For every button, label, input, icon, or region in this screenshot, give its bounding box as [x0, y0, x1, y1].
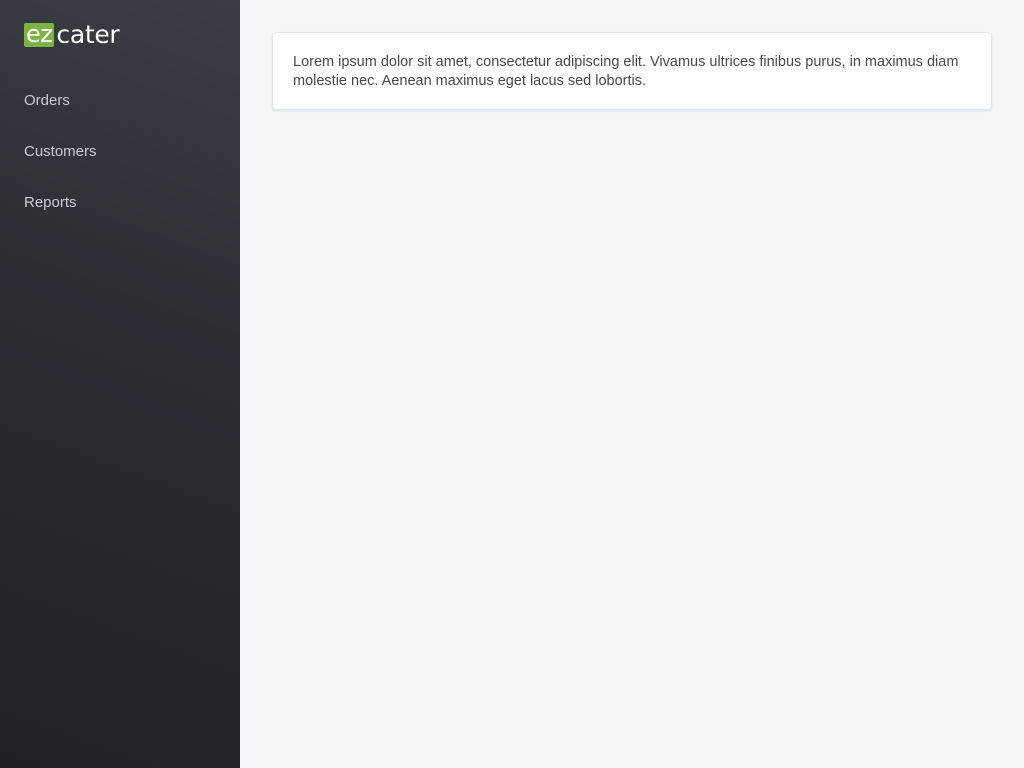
main-content: Lorem ipsum dolor sit amet, consectetur …	[240, 0, 1024, 768]
logo-wordmark: cater	[56, 20, 120, 49]
app-window: ez cater Orders Customers Reports Lorem …	[0, 0, 1024, 768]
sidebar-item-customers[interactable]: Customers	[0, 126, 240, 177]
card-text: Lorem ipsum dolor sit amet, consectetur …	[293, 54, 959, 89]
content-card: Lorem ipsum dolor sit amet, consectetur …	[272, 32, 992, 110]
sidebar-item-reports[interactable]: Reports	[0, 177, 240, 228]
sidebar-item-orders[interactable]: Orders	[0, 75, 240, 126]
logo-ez-mark: ez	[24, 20, 55, 48]
ezcater-logo[interactable]: ez cater	[24, 20, 120, 49]
sidebar: ez cater Orders Customers Reports	[0, 0, 240, 768]
sidebar-nav: Orders Customers Reports	[0, 75, 240, 228]
